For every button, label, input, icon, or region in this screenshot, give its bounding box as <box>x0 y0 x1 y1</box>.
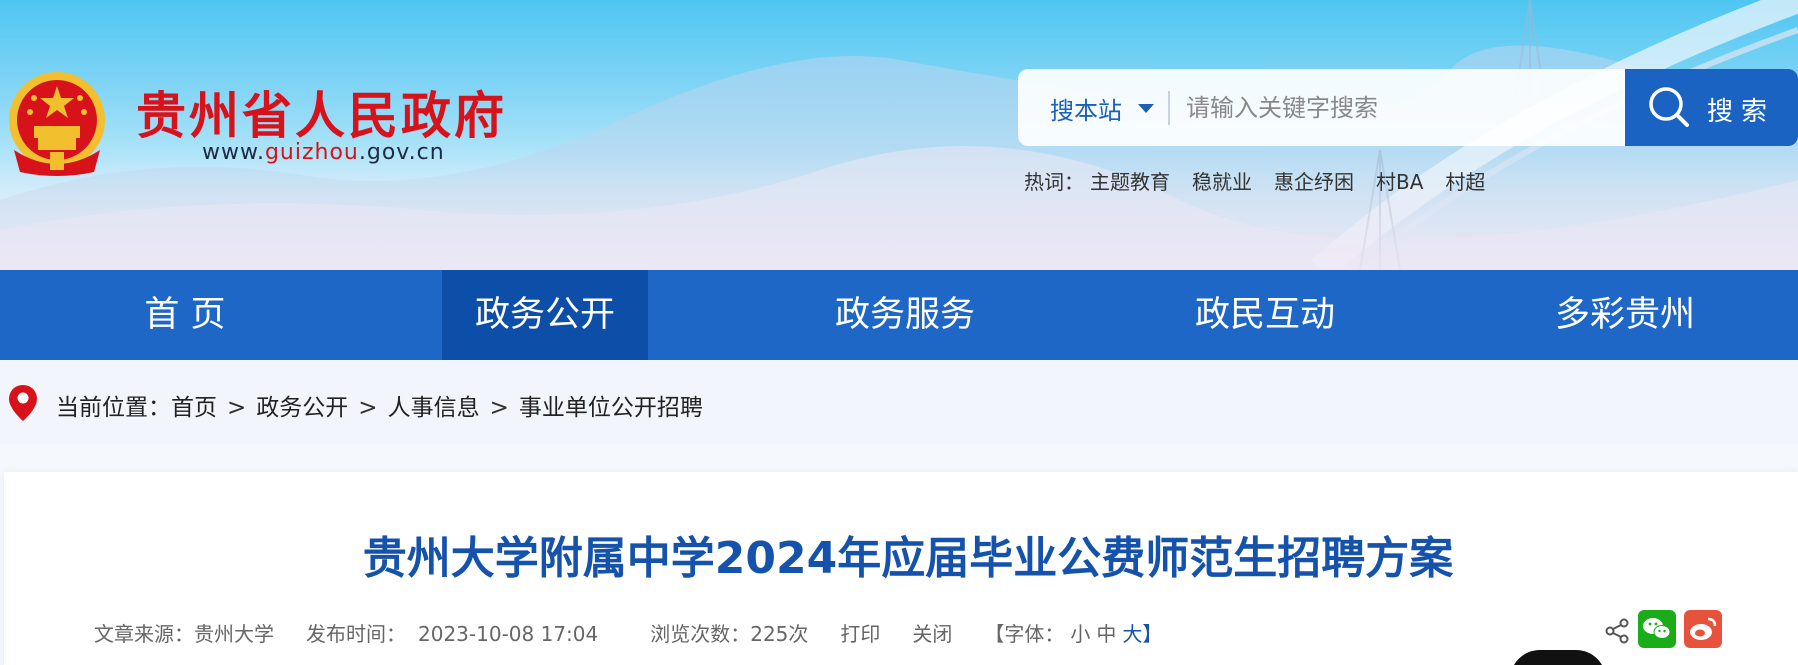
chevron-down-icon[interactable] <box>1138 104 1154 113</box>
publish-time: 2023-10-08 17:04 <box>418 622 599 646</box>
breadcrumb: 当前位置：首页 > 政务公开 > 人事信息 > 事业单位公开招聘 <box>0 360 1798 444</box>
source-label: 文章来源： <box>94 622 194 646</box>
print-link[interactable]: 打印 <box>840 622 880 646</box>
breadcrumb-link[interactable]: 人事信息 <box>388 395 480 421</box>
site-header: 贵州省人民政府 www.guizhou.gov.cn 搜本站 搜索 热词：主题教… <box>0 0 1798 270</box>
hotword-link[interactable]: 惠企纾困 <box>1274 170 1354 194</box>
search-input[interactable] <box>1186 83 1606 133</box>
site-domain: www.guizhou.gov.cn <box>202 140 445 165</box>
search-box: 搜本站 <box>1018 69 1628 146</box>
article-title: 贵州大学附属中学2024年应届毕业公费师范生招聘方案 <box>362 533 1454 584</box>
nav-item-government-affairs[interactable]: 政务公开 <box>442 270 648 360</box>
hotwords: 热词： 主题教育 稳就业 惠企纾困 村BA 村超 <box>1024 166 1507 195</box>
font-size-label: 【字体： <box>984 622 1065 646</box>
search-divider <box>1168 91 1170 125</box>
search-button[interactable]: 搜索 <box>1625 69 1798 146</box>
search-button-label: 搜索 <box>1707 97 1776 127</box>
publish-label: 发布时间： <box>306 622 406 646</box>
font-size-small[interactable]: 小 <box>1070 622 1090 646</box>
article-meta: 文章来源：贵州大学 发布时间： 2023-10-08 17:04 浏览次数：225次 打… <box>94 618 1168 647</box>
share-icon[interactable] <box>1604 618 1630 644</box>
domain-suffix: .gov.cn <box>358 140 445 165</box>
font-size-large[interactable]: 大】 <box>1122 622 1162 646</box>
nav-item-government-services[interactable]: 政务服务 <box>720 270 1090 360</box>
wechat-icon[interactable] <box>1638 610 1676 648</box>
hotword-link[interactable]: 村超 <box>1445 170 1485 194</box>
breadcrumb-link[interactable]: 政务公开 <box>256 395 348 421</box>
breadcrumb-link[interactable]: 首页 <box>171 395 217 421</box>
views-label: 浏览次数： <box>650 622 751 646</box>
close-link[interactable]: 关闭 <box>912 622 952 646</box>
domain-highlight: guizhou <box>264 140 359 165</box>
breadcrumb-trail: 当前位置：首页 > 政务公开 > 人事信息 > 事业单位公开招聘 <box>56 388 703 422</box>
location-pin-icon <box>9 385 37 421</box>
view-count: 225次 <box>750 622 809 646</box>
breadcrumb-separator: > <box>489 395 509 421</box>
search-icon <box>1649 87 1689 127</box>
nav-item-home[interactable]: 首 页 <box>0 270 370 360</box>
breadcrumb-label: 当前位置： <box>56 395 171 421</box>
nav-item-interaction[interactable]: 政民互动 <box>1080 270 1450 360</box>
search-scope-select[interactable]: 搜本站 <box>1050 91 1122 126</box>
breadcrumb-link[interactable]: 事业单位公开招聘 <box>519 395 703 421</box>
article-card: 贵州大学附属中学2024年应届毕业公费师范生招聘方案 文章来源：贵州大学 发布时间… <box>4 472 1798 665</box>
national-emblem <box>9 72 105 176</box>
main-nav: 首 页 政务公开 政务服务 政民互动 多彩贵州 <box>0 270 1798 360</box>
hotword-link[interactable]: 主题教育 <box>1090 170 1170 194</box>
hotwords-label: 热词： <box>1024 170 1084 194</box>
article-source: 贵州大学 <box>194 622 274 646</box>
header-mist <box>0 150 1798 270</box>
breadcrumb-separator: > <box>227 395 247 421</box>
domain-prefix: www. <box>202 140 265 165</box>
font-size-medium[interactable]: 中 <box>1096 622 1116 646</box>
weibo-icon[interactable] <box>1684 610 1722 648</box>
breadcrumb-separator: > <box>358 395 378 421</box>
hotword-link[interactable]: 稳就业 <box>1192 170 1252 194</box>
nav-item-colorful-guizhou[interactable]: 多彩贵州 <box>1440 270 1798 360</box>
hotword-link[interactable]: 村BA <box>1376 170 1423 194</box>
site-title[interactable]: 贵州省人民政府 <box>136 76 507 148</box>
